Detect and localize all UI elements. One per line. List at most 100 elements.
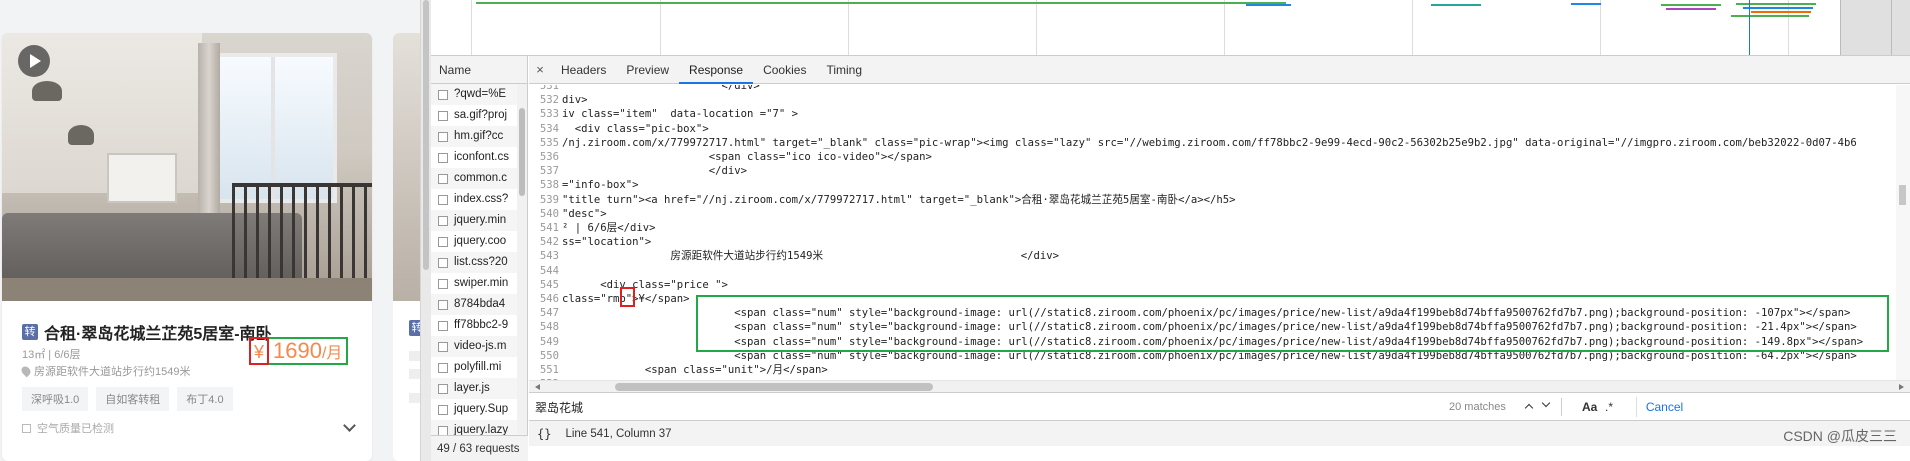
source-line[interactable]: 535/nj.ziroom.com/x/779972717.html" targ… xyxy=(529,136,1910,150)
request-list-scrollbar[interactable] xyxy=(517,84,527,434)
source-line[interactable]: 533 iv class="item" data-location ="7" > xyxy=(529,107,1910,121)
match-case-toggle[interactable]: Aa xyxy=(1582,400,1597,414)
listing-price: ¥ 1690/月 xyxy=(249,337,349,365)
tab-response[interactable]: Response xyxy=(679,56,754,84)
scroll-left-icon[interactable] xyxy=(535,384,540,390)
request-row[interactable]: layer.js xyxy=(431,378,527,399)
search-input[interactable] xyxy=(535,397,1461,417)
source-line[interactable]: 536 <span class="ico ico-video"></span> xyxy=(529,150,1910,164)
source-line[interactable]: 544 xyxy=(529,264,1910,278)
request-row[interactable]: iconfont.cs xyxy=(431,147,527,168)
request-row[interactable]: ?qwd=%E xyxy=(431,84,527,105)
line-text: <div class="pic-box"> xyxy=(562,122,709,135)
line-number: 550 xyxy=(539,349,559,362)
request-row[interactable]: hm.gif?cc xyxy=(431,126,527,147)
line-number: 541 xyxy=(539,222,559,234)
name-column-header[interactable]: Name xyxy=(431,56,527,84)
listing-title[interactable]: 合租·翠岛花城兰芷苑5居室-南卧 xyxy=(44,320,272,344)
line-number: 539 xyxy=(539,193,559,206)
num-spans-highlight-box xyxy=(696,295,1889,352)
network-overview[interactable] xyxy=(431,0,1910,56)
play-video-icon[interactable] xyxy=(18,45,50,77)
air-quality-text: 空气质量已检测 xyxy=(37,423,114,435)
request-row[interactable]: jquery.coo xyxy=(431,231,527,252)
previous-match-icon[interactable] xyxy=(1524,401,1536,413)
line-text: <div class="price "> xyxy=(562,278,728,291)
chevron-down-icon[interactable] xyxy=(343,419,356,432)
detail-tabs: × Headers Preview Response Cookies Timin… xyxy=(529,56,1910,84)
source-line[interactable]: 542 ss="location"> xyxy=(529,235,1910,249)
room-photo[interactable] xyxy=(2,33,372,301)
line-number: 532 xyxy=(539,94,559,107)
scroll-right-icon[interactable] xyxy=(1899,384,1904,390)
page-scroll-thumb[interactable] xyxy=(423,0,429,270)
source-line[interactable]: 538 ="info-box"> xyxy=(529,178,1910,192)
devtools-network-panel: Name ?qwd=%E sa.gif?proj hm.gif?cc iconf… xyxy=(431,0,1910,461)
pretty-print-button[interactable]: {} xyxy=(537,427,551,441)
request-row[interactable]: ff78bbc2-9 xyxy=(431,315,527,336)
line-number: 542 xyxy=(539,236,559,249)
source-line[interactable]: 541 ² | 6/6层</div> xyxy=(529,221,1910,235)
line-text: div> xyxy=(562,94,588,107)
request-row[interactable]: sa.gif?proj xyxy=(431,105,527,126)
listing-card[interactable]: 转 合租·翠岛花城兰芷苑5居室-南卧 13㎡ | 6/6层 房源距软件大道站步行… xyxy=(2,33,372,461)
price-value: 1690 xyxy=(273,338,322,363)
line-number: 534 xyxy=(539,122,559,135)
listing-tags: 深呼吸1.0 自如客转租 布丁4.0 xyxy=(22,387,233,411)
line-text: "desc"> xyxy=(562,207,607,220)
source-line[interactable]: 540 "desc"> xyxy=(529,207,1910,221)
request-row[interactable]: swiper.min xyxy=(431,273,527,294)
source-line[interactable]: 534 <div class="pic-box"> xyxy=(529,122,1910,136)
listing-card-partial[interactable]: 转 xyxy=(393,33,420,461)
source-line[interactable]: 543 房源距软件大道站步行约1549米 </div> xyxy=(529,249,1910,263)
source-line[interactable]: 532 div> xyxy=(529,93,1910,107)
regex-toggle[interactable]: .* xyxy=(1605,400,1613,414)
request-row[interactable]: index.css? xyxy=(431,189,527,210)
listing-page: 转 合租·翠岛花城兰芷苑5居室-南卧 13㎡ | 6/6层 房源距软件大道站步行… xyxy=(0,0,420,461)
close-icon[interactable]: × xyxy=(529,56,551,83)
request-row[interactable]: common.c xyxy=(431,168,527,189)
location-pin-icon xyxy=(19,364,33,378)
tab-preview[interactable]: Preview xyxy=(616,56,679,83)
line-number: 543 xyxy=(539,250,559,263)
request-row[interactable]: jquery.Sup xyxy=(431,399,527,420)
price-unit: /月 xyxy=(321,345,343,362)
line-text: <span class="unit">/月</span> xyxy=(562,364,828,376)
source-line[interactable]: 531 </div> xyxy=(529,85,1910,93)
source-line[interactable]: 551 <span class="unit">/月</span> xyxy=(529,363,1910,377)
room-photo xyxy=(393,33,420,301)
request-row[interactable]: video-js.m xyxy=(431,336,527,357)
source-line[interactable]: 545 <div class="price "> xyxy=(529,278,1910,292)
request-row[interactable]: polyfill.mi xyxy=(431,357,527,378)
response-source[interactable]: 531 </div> 532 div> 533 iv class="item" data… xyxy=(529,85,1910,380)
request-rows: ?qwd=%E sa.gif?proj hm.gif?cc iconfont.c… xyxy=(431,84,527,441)
line-text: iv class="item" data-location ="7" > xyxy=(562,108,798,121)
source-line[interactable]: 537 </div> xyxy=(529,164,1910,178)
source-horizontal-scrollbar[interactable] xyxy=(529,380,1910,392)
next-match-icon[interactable] xyxy=(1541,399,1553,411)
request-row[interactable]: list.css?20 xyxy=(431,252,527,273)
request-row[interactable]: 8784bda4 xyxy=(431,294,527,315)
tab-timing[interactable]: Timing xyxy=(816,56,872,83)
cancel-search-button[interactable]: Cancel xyxy=(1636,397,1692,417)
line-number: 538 xyxy=(539,179,559,192)
line-text: /nj.ziroom.com/x/779972717.html" target=… xyxy=(562,136,1857,149)
tab-cookies[interactable]: Cookies xyxy=(753,56,816,83)
tab-headers[interactable]: Headers xyxy=(551,56,616,83)
line-number: 545 xyxy=(539,278,559,291)
listing-title-row: 转 合租·翠岛花城兰芷苑5居室-南卧 xyxy=(22,320,272,344)
line-text: <span class="ico ico-video"></span> xyxy=(562,151,932,163)
horizontal-scroll-thumb[interactable] xyxy=(615,383,933,391)
listing-location: 房源距软件大道站步行约1549米 xyxy=(19,363,190,379)
line-number: 547 xyxy=(539,307,559,320)
request-count-status: 49 / 63 requests xyxy=(431,435,528,461)
price-currency: ¥ xyxy=(249,337,270,365)
request-detail: × Headers Preview Response Cookies Timin… xyxy=(529,56,1910,461)
source-line[interactable]: 539 "title turn"><a href="//nj.ziroom.com… xyxy=(529,193,1910,207)
screenshot: 转 合租·翠岛花城兰芷苑5居室-南卧 13㎡ | 6/6层 房源距软件大道站步行… xyxy=(0,0,1910,461)
line-number: 535 xyxy=(539,136,559,149)
line-text: 房源距软件大道站步行约1549米 </div> xyxy=(562,250,1060,263)
transfer-badge: 转 xyxy=(409,320,420,336)
request-row[interactable]: jquery.min xyxy=(431,210,527,231)
line-text: </div> xyxy=(562,165,747,178)
